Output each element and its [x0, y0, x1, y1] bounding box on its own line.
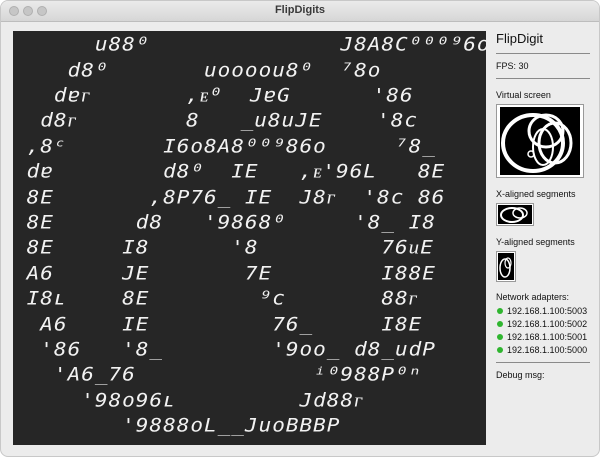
digit-row: 8E I8 '8 76ᴎE — [13, 236, 434, 258]
adapter-address: 192.168.1.100:5000 — [507, 345, 588, 355]
status-dot-icon — [497, 321, 503, 327]
digit-row: dɐᴦ ,ᴇ⁰ JɐG '86 — [13, 84, 414, 106]
digit-row: 8E ,8P76_ IE J8ᴦ '8c 86 — [13, 186, 446, 208]
status-dot-icon — [497, 308, 503, 314]
virtual-screen-label: Virtual screen — [496, 90, 551, 100]
status-dot-icon — [497, 347, 503, 353]
digit-row: 8E d8 '9868⁰ '8_ I8 — [13, 211, 436, 233]
list-item: 192.168.1.100:5003 — [496, 305, 590, 318]
title-bar: FlipDigits — [1, 1, 599, 22]
digit-row: A6 JE 7E I88E — [13, 262, 436, 284]
x-segments-image — [498, 205, 532, 224]
virtual-screen-preview — [496, 104, 584, 178]
digit-row: u88⁰ J8A8C⁰⁰⁰⁹6o — [13, 33, 486, 55]
debug-message-label: Debug msg: — [496, 370, 545, 380]
digit-row: d8⁰ uoooou8⁰ ⁷8o ⁿ — [13, 59, 486, 81]
divider — [496, 78, 590, 79]
y-segments-image — [498, 253, 514, 280]
status-dot-icon — [497, 334, 503, 340]
divider — [496, 362, 590, 363]
digit-row: '98o96ʟ Jd88ᴦ — [13, 389, 364, 411]
digit-row: '86 '8_ '9oo_ d8_udP — [13, 338, 436, 360]
digit-row: d8ᴦ 8 _u8uJE '8c — [13, 109, 418, 131]
virtual-screen-image — [500, 107, 580, 175]
adapter-address: 192.168.1.100:5001 — [507, 332, 588, 342]
adapter-address: 192.168.1.100:5002 — [507, 319, 588, 329]
y-segments-preview — [496, 251, 516, 282]
window-title: FlipDigits — [274, 4, 326, 16]
x-segments-label: X-aligned segments — [496, 189, 576, 199]
y-segments-label: Y-aligned segments — [496, 237, 575, 247]
digit-row: I8ʟ 8E ⁹c 88ᴦ — [13, 287, 418, 309]
network-adapters-label: Network adapters: — [496, 292, 570, 302]
digit-row: 'A6_76 ⁱ⁰988P⁰ⁿ — [13, 363, 423, 385]
digit-row: ,8ᶜ I6o8A8⁰⁰⁹86o ⁷8_ — [13, 135, 436, 157]
divider — [496, 53, 590, 54]
digit-row: A6 IE 76_ I8E — [13, 313, 423, 335]
list-item: 192.168.1.100:5002 — [496, 318, 590, 331]
flip-digit-display: u88⁰ J8A8C⁰⁰⁰⁹6o d8⁰ uoooou8⁰ ⁷8o ⁿ dɐᴦ … — [13, 31, 486, 445]
digit-row: '9888oL__JuoBBBP — [13, 414, 341, 436]
x-segments-preview — [496, 203, 534, 226]
digit-row: dɐ d8⁰ IE ,ᴇ'96L 8E — [13, 160, 446, 182]
list-item: 192.168.1.100:5001 — [496, 331, 590, 344]
network-adapter-list: 192.168.1.100:5003 192.168.1.100:5002 19… — [496, 305, 590, 357]
app-title: FlipDigit — [496, 31, 543, 46]
digit-grid: u88⁰ J8A8C⁰⁰⁰⁹6o d8⁰ uoooou8⁰ ⁷8o ⁿ dɐᴦ … — [13, 31, 486, 445]
fps-readout: FPS: 30 — [496, 61, 529, 71]
adapter-address: 192.168.1.100:5003 — [507, 306, 588, 316]
app-window: FlipDigits u88⁰ J8A8C⁰⁰⁰⁹6o d8⁰ uoooou8⁰… — [0, 0, 600, 457]
sidebar: FlipDigit FPS: 30 Virtual screen X-align… — [496, 31, 590, 381]
list-item: 192.168.1.100:5000 — [496, 344, 590, 357]
